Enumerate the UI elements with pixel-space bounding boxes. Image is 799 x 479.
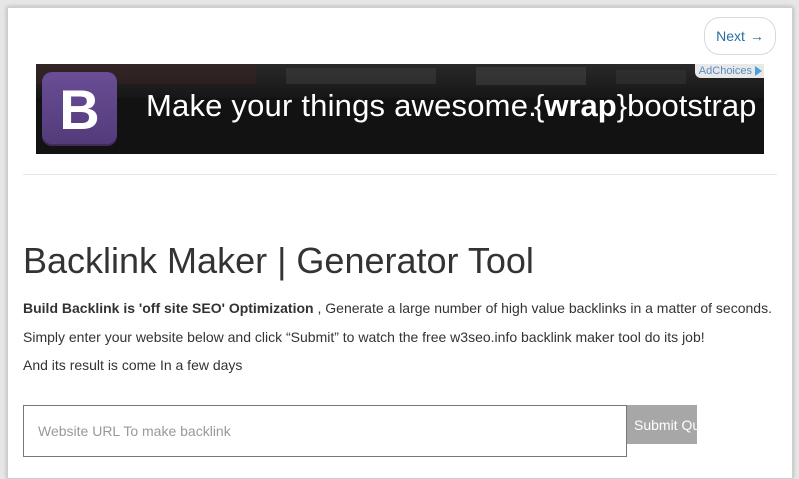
arrow-right-icon: → [749,28,764,44]
submit-query-button[interactable]: Submit Query [627,405,697,444]
intro-rest: , Generate a large number of high value … [313,300,772,316]
result-note-text: And its result is come In a few days [23,357,243,373]
ad-brand: {wrap}bootstrap [534,88,757,123]
page-title: Backlink Maker | Generator Tool [23,240,534,281]
adchoices-badge[interactable]: AdChoices [694,64,764,78]
page-panel: Next → B Make your things awesome. {wrap… [7,7,793,479]
adchoices-icon [755,66,762,76]
next-label: Next [716,28,745,44]
instructions-text: Simply enter your website below and clic… [23,329,705,345]
website-url-input[interactable] [23,405,627,457]
adchoices-label: AdChoices [698,65,752,77]
next-button[interactable]: Next → [704,17,776,55]
ad-headline: Make your things awesome. [146,88,537,123]
intro-bold: Build Backlink is 'off site SEO' Optimiz… [23,300,314,316]
bootstrap-logo-icon: B [42,72,117,146]
ad-banner[interactable]: B Make your things awesome. {wrap}bootst… [36,64,764,154]
divider [23,174,777,175]
intro-text: Build Backlink is 'off site SEO' Optimiz… [23,300,772,316]
